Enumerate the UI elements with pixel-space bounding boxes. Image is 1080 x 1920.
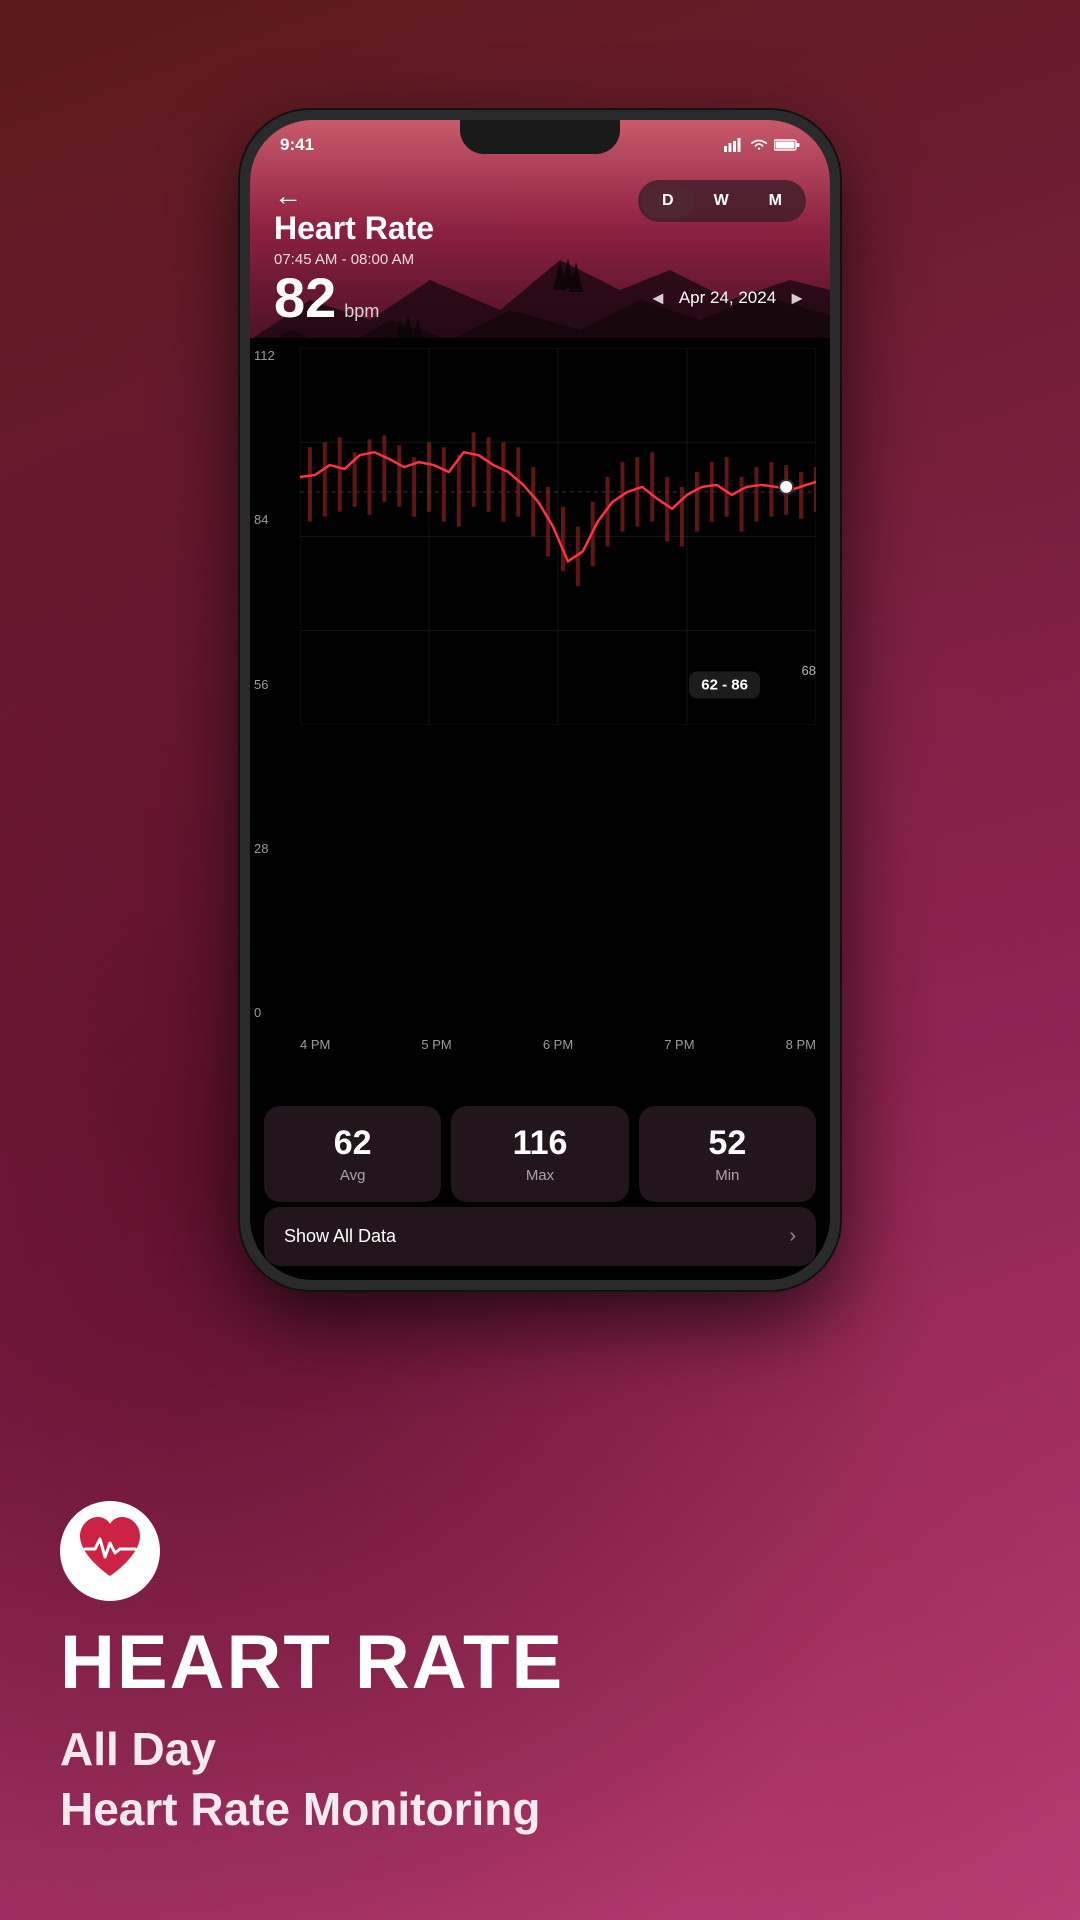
notch — [460, 120, 620, 154]
stat-avg-value: 62 — [274, 1124, 431, 1163]
bpm-display: 82 bpm — [274, 270, 379, 326]
period-toggle: D W M — [638, 180, 806, 222]
signal-icon — [724, 138, 744, 152]
stat-min-value: 52 — [649, 1124, 806, 1163]
stat-min-label: Min — [649, 1167, 806, 1184]
bpm-date-row: 82 bpm ◄ Apr 24, 2024 ► — [274, 270, 806, 326]
stat-max-value: 116 — [461, 1124, 618, 1163]
x-label-4pm: 4 PM — [300, 1037, 330, 1052]
y-label-112: 112 — [254, 348, 275, 363]
bpm-value: 82 — [274, 270, 336, 326]
x-label-8pm: 8 PM — [786, 1037, 816, 1052]
app-logo — [60, 1501, 160, 1601]
period-month-btn[interactable]: M — [749, 184, 802, 218]
battery-icon — [774, 138, 800, 152]
wifi-icon — [750, 138, 768, 152]
chart-svg — [300, 348, 816, 725]
stat-max-label: Max — [461, 1167, 618, 1184]
period-week-btn[interactable]: W — [694, 184, 749, 218]
app-content: ← Heart Rate 07:45 AM - 08:00 AM D W M 8… — [250, 170, 830, 1280]
show-all-text: Show All Data — [284, 1226, 396, 1247]
stats-row: 62 Avg 116 Max 52 Min — [264, 1106, 816, 1202]
date-nav: ◄ Apr 24, 2024 ► — [649, 288, 806, 309]
promo-title: HEART RATE — [60, 1621, 1020, 1705]
stat-min-card: 52 Min — [639, 1106, 816, 1202]
date-display: Apr 24, 2024 — [679, 288, 776, 308]
stat-max-card: 116 Max — [451, 1106, 628, 1202]
y-label-84: 84 — [254, 512, 275, 527]
bpm-unit: bpm — [344, 301, 379, 322]
chart-x-labels: 4 PM 5 PM 6 PM 7 PM 8 PM — [300, 1037, 816, 1052]
chart-container: 112 84 56 28 0 4 PM 5 PM 6 PM 7 PM 8 PM — [250, 338, 830, 1060]
x-label-6pm: 6 PM — [543, 1037, 573, 1052]
y-label-28: 28 — [254, 841, 275, 856]
show-all-data-btn[interactable]: Show All Data › — [264, 1207, 816, 1266]
phone-frame: 9:41 — [240, 110, 840, 1290]
next-date-btn[interactable]: ► — [788, 288, 806, 309]
chart-y-labels: 112 84 56 28 0 — [254, 348, 275, 1020]
time-range: 07:45 AM - 08:00 AM — [274, 251, 806, 268]
y-label-0: 0 — [254, 1005, 275, 1020]
prev-date-btn[interactable]: ◄ — [649, 288, 667, 309]
y-label-56: 56 — [254, 677, 275, 692]
chart-side-value: 68 — [802, 663, 816, 678]
phone-screen: 9:41 — [250, 120, 830, 1280]
promo-subtitle: All Day Heart Rate Monitoring — [60, 1720, 1020, 1840]
status-time: 9:41 — [280, 135, 314, 155]
phone-wrapper: 9:41 — [240, 110, 840, 1290]
x-label-7pm: 7 PM — [664, 1037, 694, 1052]
bottom-promo: HEART RATE All Day Heart Rate Monitoring — [0, 1310, 1080, 1920]
stat-avg-label: Avg — [274, 1167, 431, 1184]
period-day-btn[interactable]: D — [642, 184, 694, 218]
chevron-right-icon: › — [789, 1225, 796, 1248]
x-label-5pm: 5 PM — [421, 1037, 451, 1052]
status-icons — [724, 138, 800, 152]
stat-avg-card: 62 Avg — [264, 1106, 441, 1202]
